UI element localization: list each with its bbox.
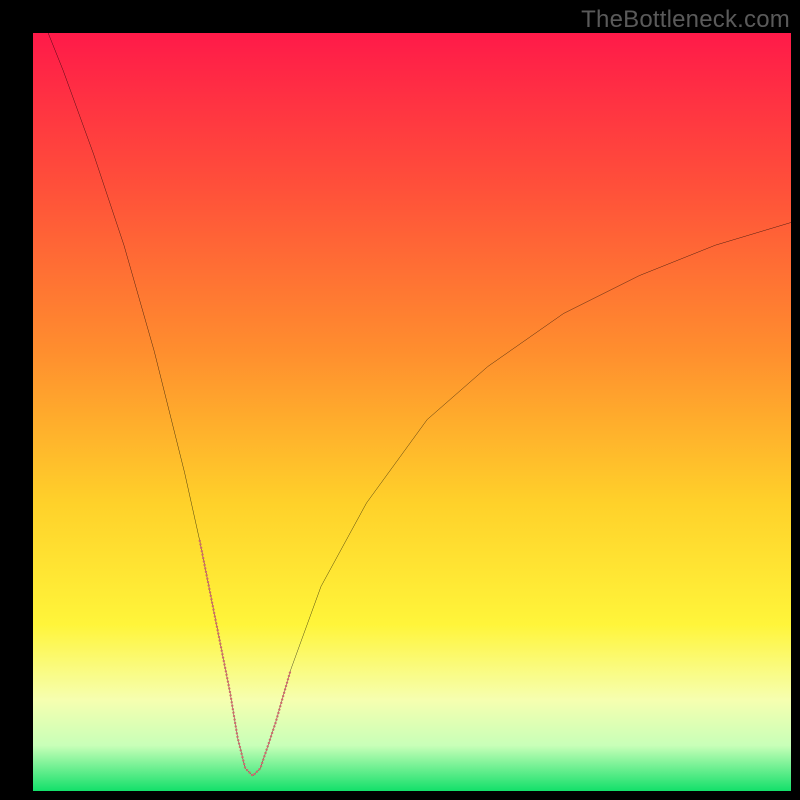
bottleneck-curve [33, 33, 791, 791]
watermark-text: TheBottleneck.com [581, 6, 790, 34]
chart-frame: TheBottleneck.com [0, 0, 800, 800]
curve-dotted-segment [200, 541, 291, 776]
plot-area [33, 33, 791, 791]
curve-main-line [33, 33, 791, 776]
